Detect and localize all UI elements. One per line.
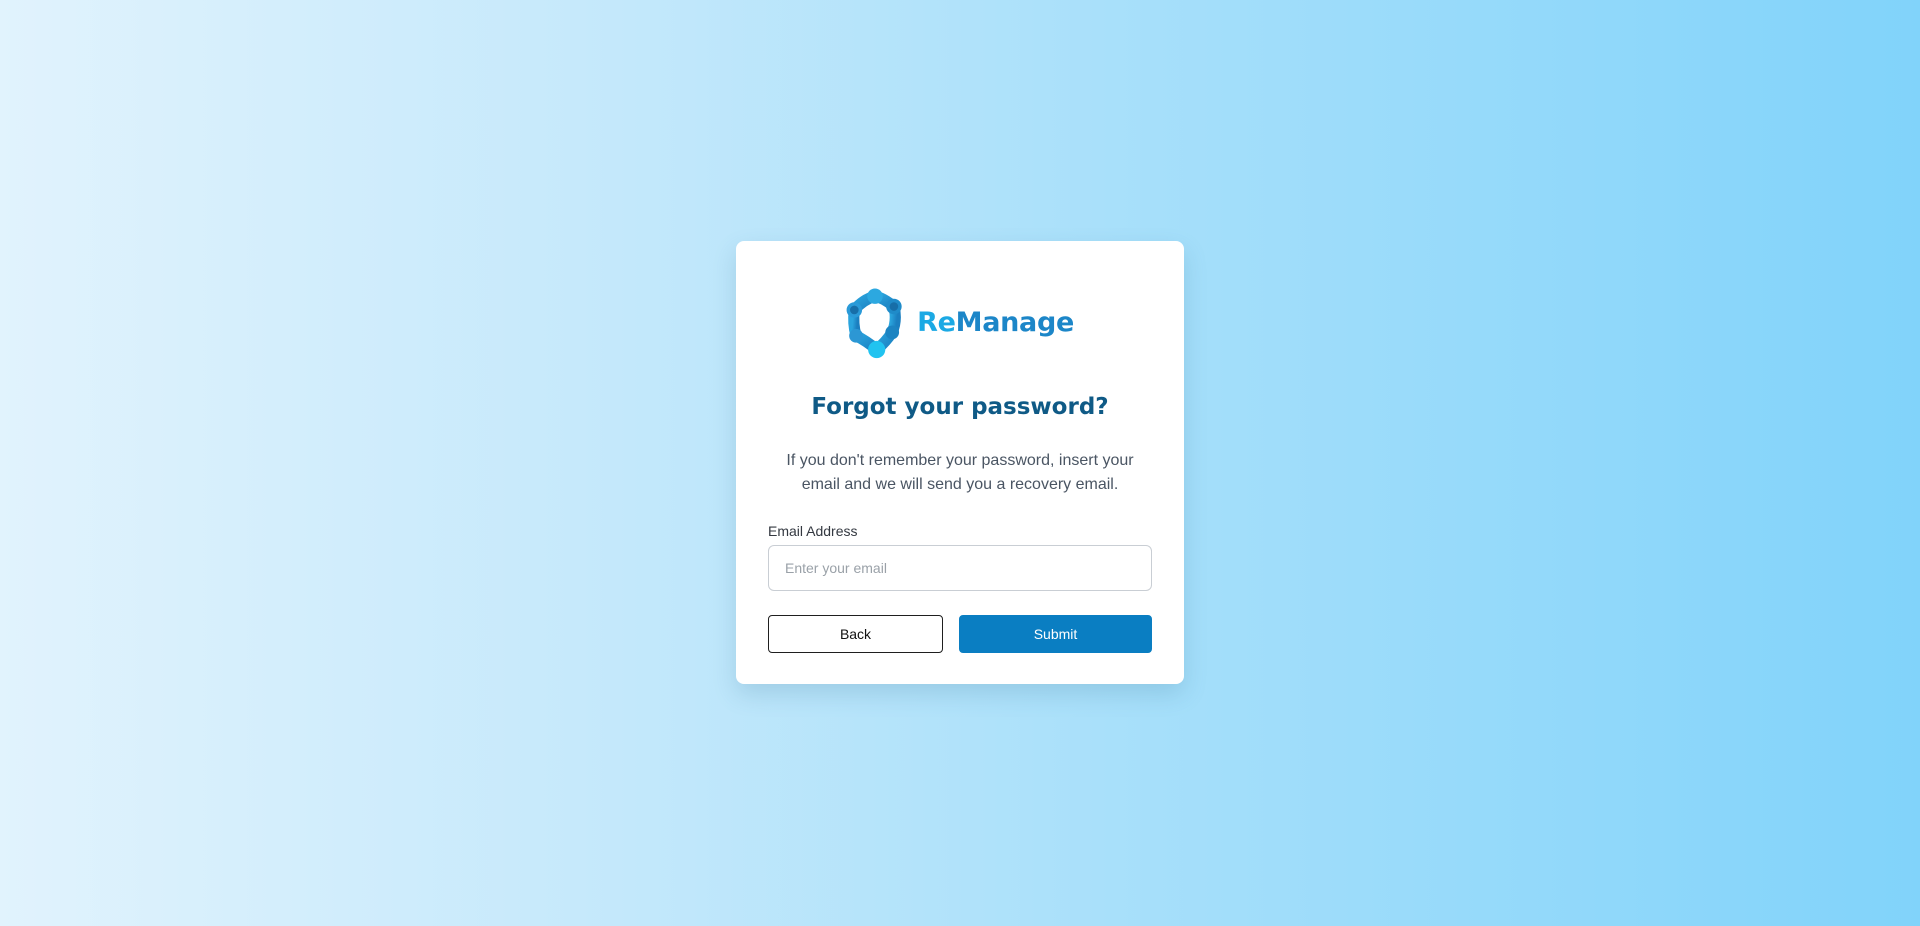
page-title: Forgot your password? [811,394,1109,420]
logo-wordmark-manage: Manage [955,306,1075,338]
logo-wordmark-re: Re [917,306,956,338]
forgot-password-card: ReManage Forgot your password? If you do… [736,241,1184,684]
back-button[interactable]: Back [768,615,943,653]
app-logo: ReManage [844,280,1074,364]
email-input[interactable] [768,545,1152,591]
remanage-molecule-logo-icon [846,288,902,359]
logo-wordmark: ReManage [917,307,1074,338]
submit-button[interactable]: Submit [959,615,1152,653]
email-label: Email Address [768,523,858,539]
page-description: If you don't remember your password, ins… [786,452,1134,493]
